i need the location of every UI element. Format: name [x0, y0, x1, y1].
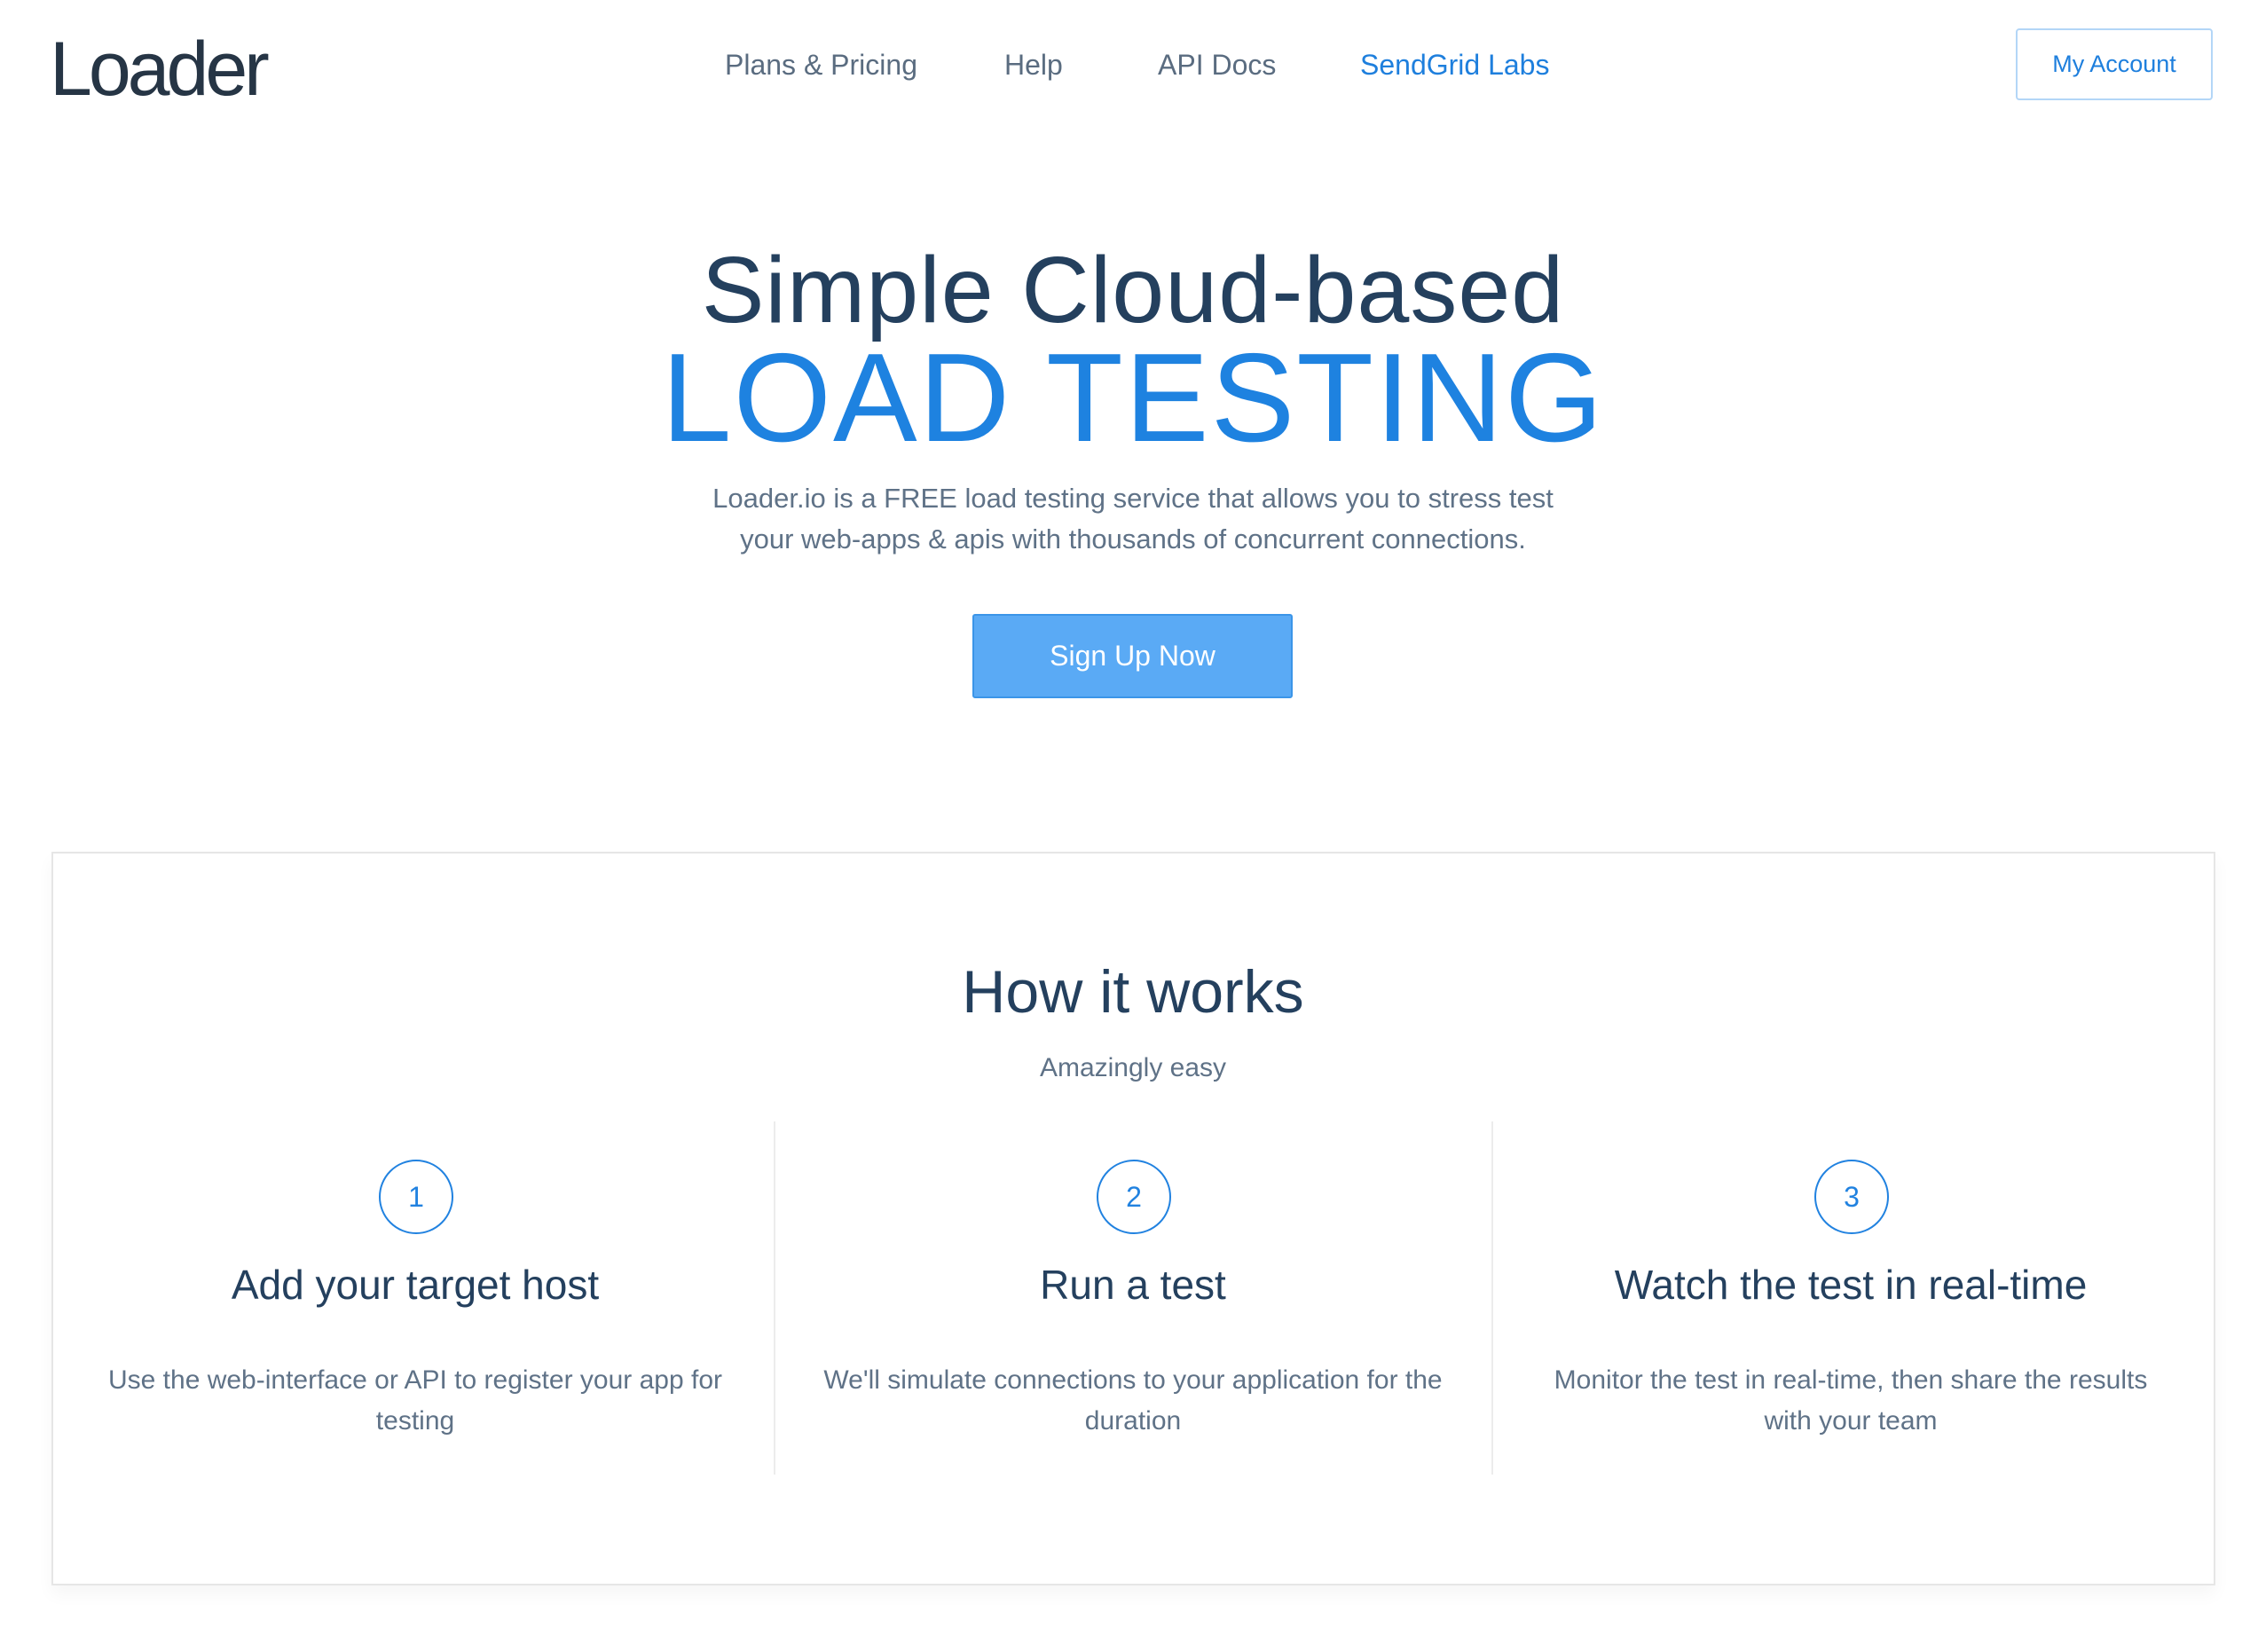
hero-description: Loader.io is a FREE load testing service… — [0, 478, 2250, 560]
section-subtitle: Amazingly easy — [1039, 1053, 1227, 1082]
step-description: Use the web-interface or API to register… — [107, 1365, 722, 1436]
step-title: Add your target host — [231, 1262, 600, 1308]
step-description: We'll simulate connections to your appli… — [823, 1365, 1443, 1436]
nav-plans-pricing[interactable]: Plans & Pricing — [725, 44, 917, 85]
step-number-badge: 1 — [379, 1160, 453, 1234]
nav-api-docs[interactable]: API Docs — [1158, 44, 1276, 85]
my-account-button[interactable]: My Account — [2016, 28, 2213, 100]
nav-sendgrid-labs[interactable]: SendGrid Labs — [1360, 44, 1549, 85]
step-title: Run a test — [1040, 1262, 1226, 1308]
sign-up-button[interactable]: Sign Up Now — [972, 614, 1293, 698]
step-title: Watch the test in real-time — [1614, 1262, 2088, 1308]
step-number-badge: 3 — [1814, 1160, 1889, 1234]
logo[interactable]: Loader — [50, 25, 270, 114]
nav-help[interactable]: Help — [1004, 44, 1063, 85]
hero-title-accent: LOAD TESTING — [661, 327, 1605, 468]
step-number-badge: 2 — [1097, 1160, 1171, 1234]
hero-description-line: your web-apps & apis with thousands of c… — [740, 523, 1526, 555]
section-title: How it works — [962, 958, 1304, 1026]
hero-description-line: Loader.io is a FREE load testing service… — [712, 483, 1554, 514]
step-description: Monitor the test in real-time, then shar… — [1554, 1365, 2148, 1436]
